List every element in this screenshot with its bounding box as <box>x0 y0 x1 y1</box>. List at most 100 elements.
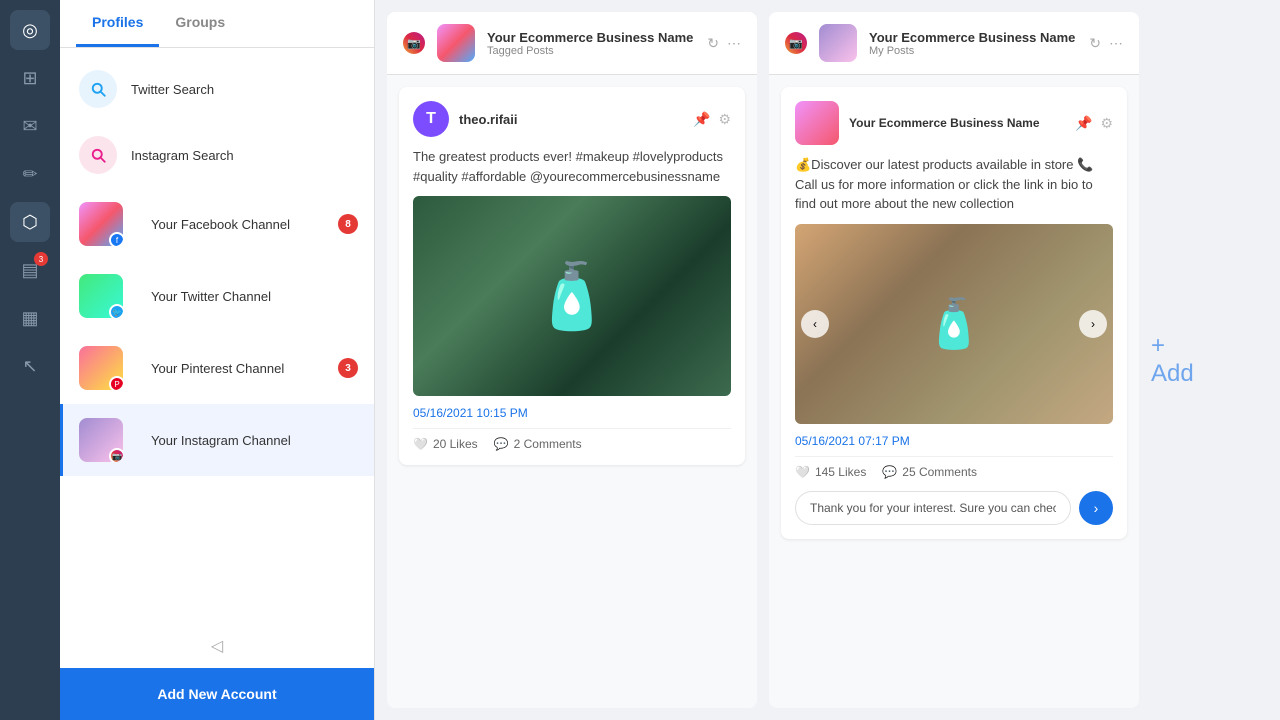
facebook-badge-icon: f <box>109 232 123 246</box>
pin-icon[interactable]: 📌 <box>693 111 710 128</box>
post2-username: Your Ecommerce Business Name <box>849 116 1040 130</box>
image-next-button[interactable]: › <box>1079 310 1107 338</box>
pinterest-channel-label: Your Pinterest Channel <box>151 361 338 376</box>
instagram-search-icon-container <box>79 136 117 174</box>
settings2-icon[interactable]: ⚙ <box>1100 115 1113 132</box>
column2-header: 📷 Your Ecommerce Business Name My Posts … <box>769 12 1139 75</box>
column2-sub-label: My Posts <box>869 45 1077 57</box>
refresh2-icon[interactable]: ↻ <box>1089 35 1101 52</box>
instagram-channel-avatar-container: 📷 <box>79 418 123 462</box>
more-options-icon[interactable]: ⋯ <box>727 35 741 52</box>
heart-icon: 🤍 <box>413 437 428 451</box>
post1-username: theo.rifaii <box>459 112 518 127</box>
inbox-icon: ✉ <box>22 116 37 137</box>
add-new-account-button[interactable]: Add New Account <box>60 668 374 720</box>
column1-sub-label: Tagged Posts <box>487 45 695 57</box>
cursor-icon: ↖ <box>22 356 37 377</box>
column1-account-avatar <box>437 24 475 62</box>
twitter-search-label: Twitter Search <box>131 82 358 97</box>
chevron-left-icon: ◁ <box>211 636 223 656</box>
post1-text: The greatest products ever! #makeup #lov… <box>413 147 731 186</box>
collapse-button[interactable]: ◁ <box>60 624 374 668</box>
twitter-channel-avatar-container: 🐦 <box>79 274 123 318</box>
refresh-icon[interactable]: ↻ <box>707 35 719 52</box>
post2-comments: 💬 25 Comments <box>882 465 977 479</box>
connections-icon: ⬡ <box>22 212 38 233</box>
comment2-icon: 💬 <box>882 465 897 479</box>
image-prev-button[interactable]: ‹ <box>801 310 829 338</box>
icon-bar-compose[interactable]: ✏ <box>10 154 50 194</box>
pinterest-channel-avatar-container: P <box>79 346 123 390</box>
facebook-channel-label: Your Facebook Channel <box>151 217 338 232</box>
column-my-posts: 📷 Your Ecommerce Business Name My Posts … <box>769 12 1139 708</box>
calendar-icon: ▦ <box>21 308 38 329</box>
settings-icon[interactable]: ⚙ <box>718 111 731 128</box>
twitter-channel-label: Your Twitter Channel <box>151 289 358 304</box>
comment-icon: 💬 <box>494 437 509 451</box>
add-column-button[interactable]: + Add <box>1151 12 1211 708</box>
post2-text: 💰Discover our latest products available … <box>795 155 1113 214</box>
post2-footer: 🤍 145 Likes 💬 25 Comments <box>795 456 1113 479</box>
column1-actions: ↻ ⋯ <box>707 35 741 52</box>
post1-likes: 🤍 20 Likes <box>413 437 478 451</box>
sidebar-item-instagram-channel[interactable]: 📷 Your Instagram Channel <box>60 404 374 476</box>
post2-likes: 🤍 145 Likes <box>795 465 866 479</box>
icon-bar-connections[interactable]: ⬡ <box>10 202 50 242</box>
more-options2-icon[interactable]: ⋯ <box>1109 35 1123 52</box>
column2-info: Your Ecommerce Business Name My Posts <box>869 30 1077 57</box>
icon-bar-logo[interactable]: ◎ <box>10 10 50 50</box>
column2-platform-icon: 📷 <box>785 32 807 54</box>
sidebar-item-facebook-channel[interactable]: f Your Facebook Channel 8 <box>60 188 374 260</box>
pinterest-notification-badge: 3 <box>338 358 358 378</box>
post2-image-container: 🧴 ‹ › <box>795 224 1113 424</box>
compose-icon: ✏ <box>22 164 37 185</box>
reply-input[interactable] <box>795 491 1071 525</box>
post1-header: T theo.rifaii 📌 ⚙ <box>413 101 731 137</box>
post2-header: Your Ecommerce Business Name 📌 ⚙ <box>795 101 1113 145</box>
tab-profiles[interactable]: Profiles <box>76 0 159 47</box>
post2-image-emoji: 🧴 <box>924 295 984 352</box>
post1-footer: 🤍 20 Likes 💬 2 Comments <box>413 428 731 451</box>
sidebar-list: Twitter Search Instagram Search f Your F… <box>60 48 374 624</box>
instagram-search-label: Instagram Search <box>131 148 358 163</box>
reply-bar: › <box>795 491 1113 525</box>
icon-bar-calendar[interactable]: ▦ <box>10 298 50 338</box>
post2-image: 🧴 <box>795 224 1113 424</box>
reports-badge: 3 <box>34 252 48 266</box>
post1-avatar: T <box>413 101 449 137</box>
icon-bar: ◎ ⊞ ✉ ✏ ⬡ ▤ 3 ▦ ↖ <box>0 0 60 720</box>
logo-icon: ◎ <box>22 20 38 41</box>
column2-actions: ↻ ⋯ <box>1089 35 1123 52</box>
instagram-channel-label: Your Instagram Channel <box>151 433 358 448</box>
post2-actions: 📌 ⚙ <box>1075 115 1113 132</box>
sidebar-item-twitter-search[interactable]: Twitter Search <box>60 56 374 122</box>
tab-groups[interactable]: Groups <box>159 0 241 47</box>
icon-bar-reports[interactable]: ▤ 3 <box>10 250 50 290</box>
icon-bar-dashboard[interactable]: ⊞ <box>10 58 50 98</box>
column1-body: T theo.rifaii 📌 ⚙ The greatest products … <box>387 75 757 708</box>
post1-image-emoji: 🧴 <box>532 259 612 334</box>
post-card-myposts: Your Ecommerce Business Name 📌 ⚙ 💰Discov… <box>781 87 1127 539</box>
column1-info: Your Ecommerce Business Name Tagged Post… <box>487 30 695 57</box>
pin2-icon[interactable]: 📌 <box>1075 115 1092 132</box>
icon-bar-cursor[interactable]: ↖ <box>10 346 50 386</box>
add-column-label: + Add <box>1151 332 1211 388</box>
post1-image: 🧴 <box>413 196 731 396</box>
sidebar-tabs: Profiles Groups <box>60 0 374 48</box>
post1-actions: 📌 ⚙ <box>693 111 731 128</box>
dashboard-icon: ⊞ <box>22 68 37 89</box>
column2-account-name: Your Ecommerce Business Name <box>869 30 1077 45</box>
sidebar-item-twitter-channel[interactable]: 🐦 Your Twitter Channel <box>60 260 374 332</box>
facebook-notification-badge: 8 <box>338 214 358 234</box>
post1-comments: 💬 2 Comments <box>494 437 582 451</box>
twitter-badge-icon: 🐦 <box>109 304 123 318</box>
sidebar-item-instagram-search[interactable]: Instagram Search <box>60 122 374 188</box>
reply-send-button[interactable]: › <box>1079 491 1113 525</box>
main-content: 📷 Your Ecommerce Business Name Tagged Po… <box>375 0 1280 720</box>
sidebar-item-pinterest-channel[interactable]: P Your Pinterest Channel 3 <box>60 332 374 404</box>
column2-body: Your Ecommerce Business Name 📌 ⚙ 💰Discov… <box>769 75 1139 708</box>
facebook-channel-avatar-container: f <box>79 202 123 246</box>
icon-bar-inbox[interactable]: ✉ <box>10 106 50 146</box>
column1-platform-icon: 📷 <box>403 32 425 54</box>
instagram-badge-icon: 📷 <box>109 448 123 462</box>
